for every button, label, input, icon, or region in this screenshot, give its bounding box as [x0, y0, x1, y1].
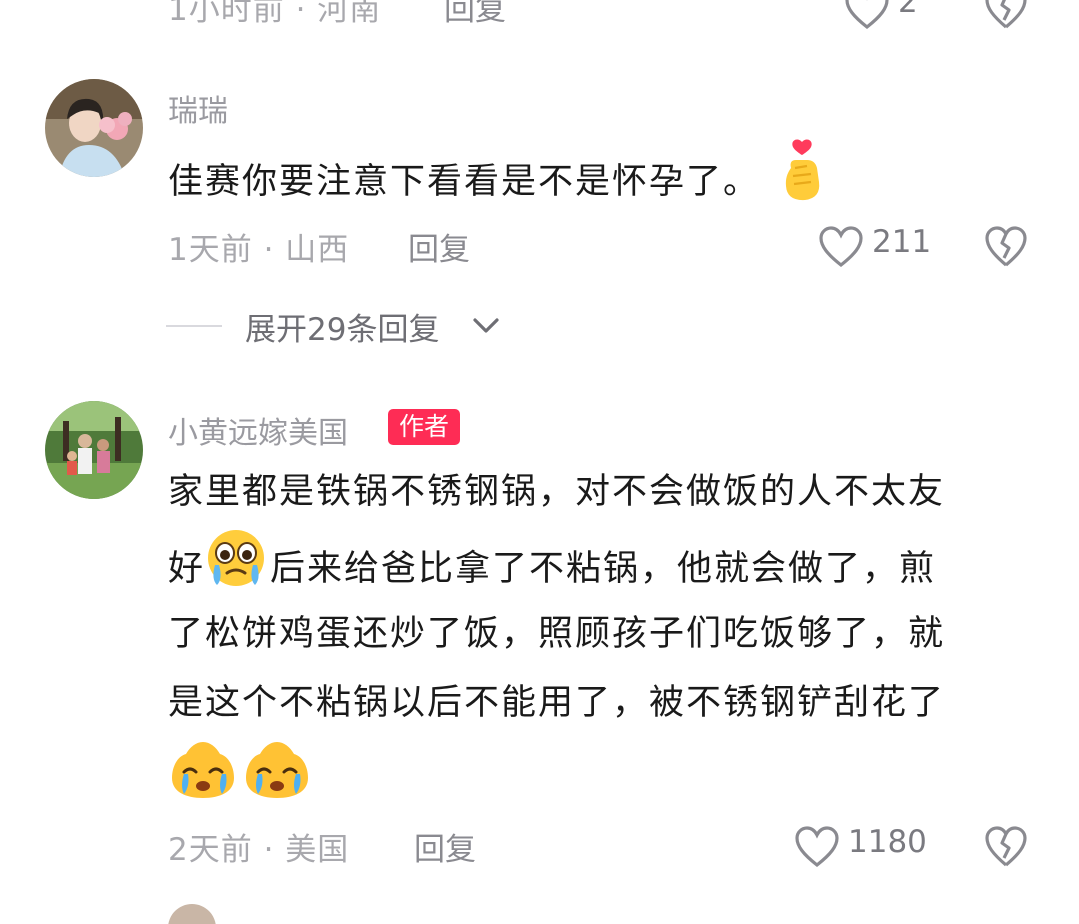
expand-replies-button[interactable]: 展开29条回复: [166, 304, 546, 348]
comment-text-body: 佳赛你要注意下看看是不是怀孕了。: [168, 162, 760, 202]
chevron-down-icon: [472, 316, 500, 336]
like-count: 1180: [848, 824, 927, 860]
comment-text-line-4: 是这个不粘锅以后不能用了，被不锈钢铲刮花了: [168, 669, 945, 738]
heart-icon[interactable]: [794, 826, 840, 868]
divider-line: [166, 325, 222, 327]
expand-replies-label: 展开29条回复: [245, 304, 439, 349]
reply-button[interactable]: 回复: [408, 224, 470, 269]
comment-emoji-row: [168, 738, 312, 804]
heart-icon[interactable]: [818, 226, 864, 268]
next-comment-avatar[interactable]: [168, 904, 216, 924]
comment-time-location: 2天前 · 美国: [168, 824, 349, 869]
comment-text: 佳赛你要注意下看看是不是怀孕了。: [168, 138, 827, 228]
author-badge: 作者: [388, 409, 460, 445]
reply-button[interactable]: 回复: [414, 824, 476, 869]
previous-comment-time-location: 1小时前 · 河南: [168, 0, 381, 29]
like-count: 211: [872, 224, 931, 260]
previous-comment-meta-row: 1小时前 · 河南 回复 2: [0, 0, 1079, 28]
crying-emoji: [168, 738, 238, 804]
broken-heart-icon[interactable]: [984, 826, 1028, 868]
avatar[interactable]: [45, 401, 143, 499]
comment-text-line-3: 了松饼鸡蛋还炒了饭，照顾孩子们吃饭够了，就: [168, 600, 945, 669]
heart-icon[interactable]: [844, 0, 890, 30]
comment-username[interactable]: 瑞瑞: [168, 86, 228, 130]
broken-heart-icon[interactable]: [984, 226, 1028, 268]
previous-comment-like-count: 2: [898, 0, 918, 20]
comment-text-line-1: 家里都是铁锅不锈钢锅，对不会做饭的人不太友: [168, 458, 945, 527]
finger-heart-emoji: [777, 138, 827, 228]
comment-text-line-2-prefix: 好: [168, 549, 205, 589]
comment-meta-row: 1天前 · 山西 回复 211: [0, 224, 1079, 268]
comment-username[interactable]: 小黄远嫁美国: [168, 408, 348, 452]
comment-meta-row: 2天前 · 美国 回复 1180: [0, 824, 1079, 868]
comment-time-location: 1天前 · 山西: [168, 224, 349, 269]
avatar[interactable]: [45, 79, 143, 177]
comment-text-line-2-rest: 后来给爸比拿了不粘锅，他就会做了，煎: [270, 549, 936, 589]
previous-comment-reply-button[interactable]: 回复: [444, 0, 506, 29]
crying-emoji: [242, 738, 312, 804]
broken-heart-icon[interactable]: [984, 0, 1028, 30]
